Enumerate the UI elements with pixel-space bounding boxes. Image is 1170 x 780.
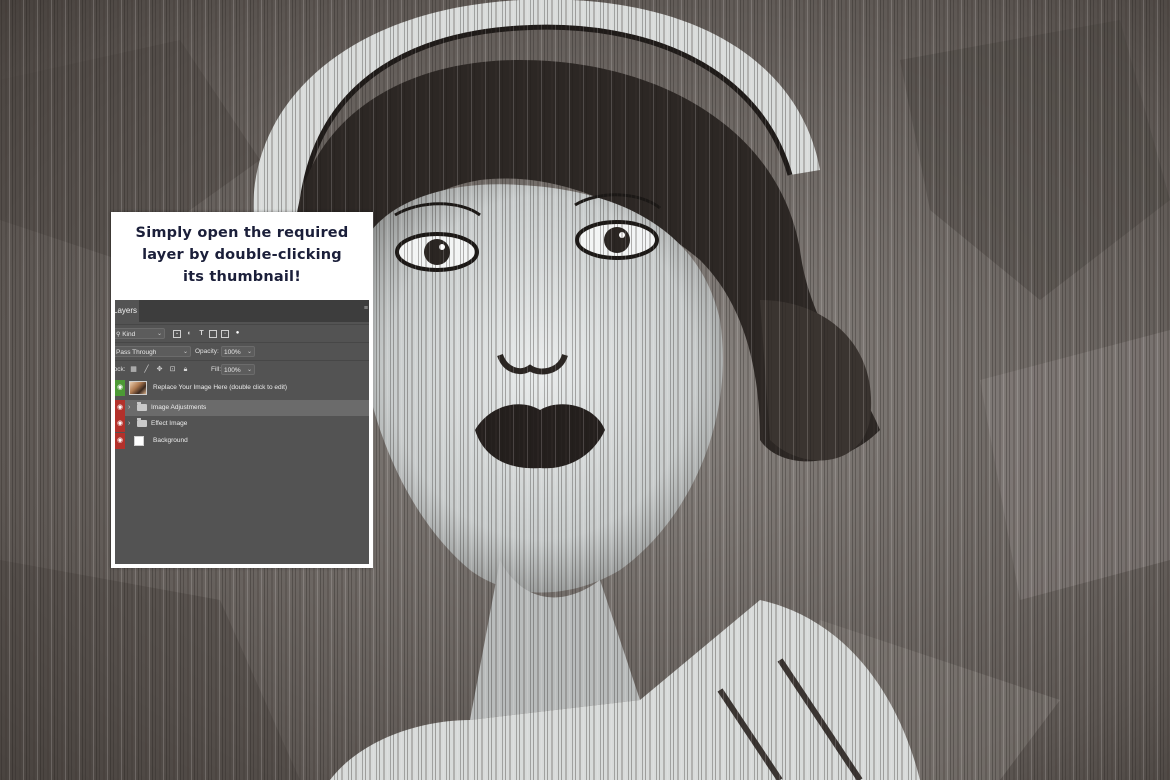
lock-label: Lock: <box>115 366 126 373</box>
panel-menu-icon[interactable]: ≡ <box>364 305 368 312</box>
opacity-field[interactable]: 100% ⌄ <box>221 346 255 357</box>
kind-filter-dropdown[interactable]: ⚲ Kind ⌄ <box>115 328 165 339</box>
pixel-layer-filter-icon[interactable]: ▪ <box>173 330 181 338</box>
search-icon: ⚲ <box>116 332 121 338</box>
fill-value: 100% <box>224 367 241 374</box>
caption-line-1: Simply open the required <box>135 225 349 241</box>
fill-field[interactable]: 100% ⌄ <box>221 364 255 375</box>
blend-mode-dropdown[interactable]: Pass Through ⌄ <box>115 346 191 357</box>
panel-tab-bar: Layers ≡ <box>115 300 369 322</box>
visibility-eye-icon[interactable]: ◉ <box>115 416 125 432</box>
lock-all-icon[interactable]: 🔒︎ <box>181 365 190 374</box>
layer-name: Background <box>153 437 188 444</box>
tab-layers-label: Layers <box>115 306 138 315</box>
visibility-eye-icon[interactable]: ◉ <box>115 433 125 449</box>
smart-object-filter-icon[interactable]: ▫ <box>221 330 229 338</box>
lock-transparency-icon[interactable]: ▦ <box>129 365 138 374</box>
instruction-caption: Simply open the required layer by double… <box>111 222 373 288</box>
layer-name: Effect Image <box>151 420 188 427</box>
layer-filter-row: ⚲ Kind ⌄ ▪ ◐ T ▫ ● <box>115 324 369 343</box>
caption-line-3: its thumbnail! <box>182 269 302 285</box>
folder-icon <box>137 402 147 411</box>
lock-image-pixels-icon[interactable]: ╱ <box>142 365 151 374</box>
chevron-down-icon: ⌄ <box>156 331 162 337</box>
blend-row: Pass Through ⌄ Opacity: 100% ⌄ <box>115 342 369 361</box>
chevron-right-icon[interactable]: › <box>128 416 130 432</box>
tab-layers[interactable]: Layers <box>115 300 139 322</box>
layer-row-replace-image[interactable]: ◉ Replace Your Image Here (double click … <box>115 380 369 396</box>
smart-object-thumbnail[interactable] <box>129 381 147 395</box>
visibility-eye-icon[interactable]: ◉ <box>115 380 125 396</box>
chevron-right-icon[interactable]: › <box>128 400 130 416</box>
folder-icon <box>137 418 147 427</box>
shape-layer-filter-icon[interactable] <box>209 330 217 338</box>
lock-artboard-icon[interactable]: ⊡ <box>168 365 177 374</box>
visibility-eye-icon[interactable]: ◉ <box>115 400 125 416</box>
opacity-label: Opacity: <box>195 348 219 355</box>
layer-row-background[interactable]: ◉ Background <box>115 433 369 449</box>
filter-toggle-icon[interactable]: ● <box>233 329 242 338</box>
instruction-card: Simply open the required layer by double… <box>111 212 373 568</box>
blend-mode-value: Pass Through <box>116 349 157 356</box>
type-layer-filter-icon[interactable]: T <box>197 329 206 338</box>
fill-label: Fill: <box>211 366 222 373</box>
layers-panel: Layers ≡ ⚲ Kind ⌄ ▪ ◐ T ▫ ● Pass Through… <box>115 300 369 564</box>
chevron-down-icon: ⌄ <box>246 367 252 373</box>
kind-filter-label: Kind <box>122 331 136 338</box>
caption-line-2: layer by double-clicking <box>142 247 342 263</box>
adjustment-layer-filter-icon[interactable]: ◐ <box>185 329 194 338</box>
chevron-down-icon: ⌄ <box>246 349 252 355</box>
layer-row-effect-image[interactable]: ◉ › Effect Image <box>115 416 369 432</box>
background-thumbnail[interactable] <box>134 436 144 446</box>
opacity-value: 100% <box>224 349 241 356</box>
layer-row-image-adjustments[interactable]: ◉ › Image Adjustments <box>115 400 369 416</box>
lock-position-icon[interactable]: ✥ <box>155 365 164 374</box>
layer-name: Replace Your Image Here (double click to… <box>153 384 288 391</box>
layer-name: Image Adjustments <box>151 404 207 411</box>
lock-row: Lock: ▦ ╱ ✥ ⊡ 🔒︎ Fill: 100% ⌄ <box>115 360 369 379</box>
chevron-down-icon: ⌄ <box>182 349 188 355</box>
